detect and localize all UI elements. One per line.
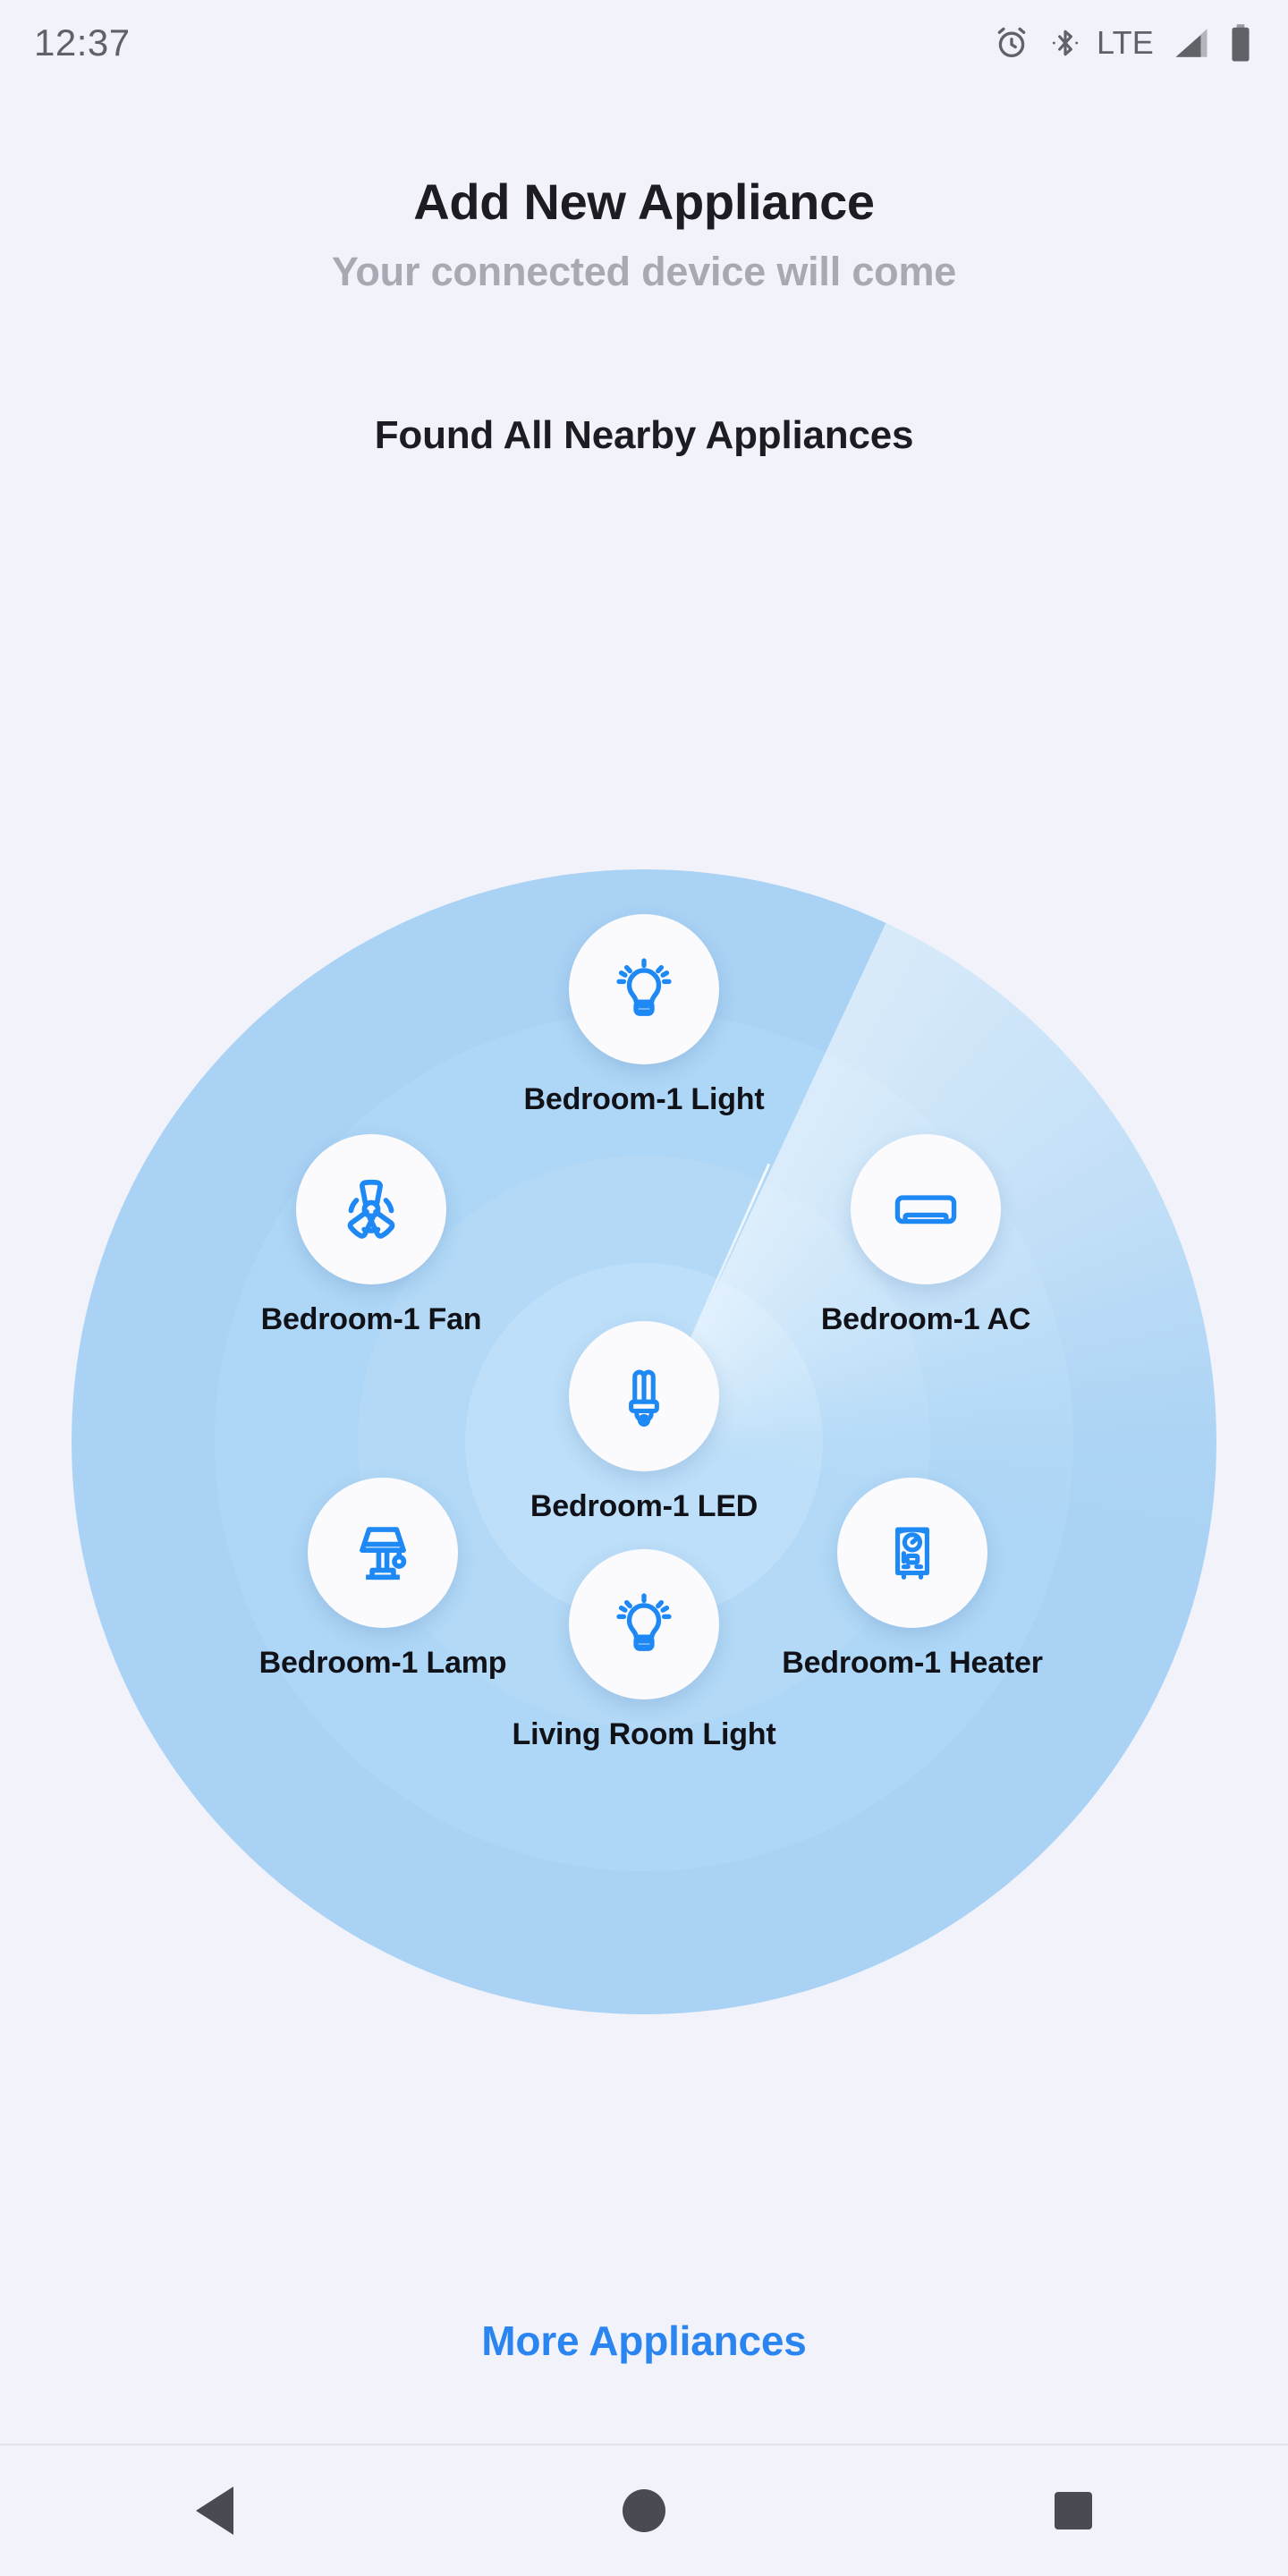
device-label: Bedroom-1 Light (523, 1082, 765, 1116)
page-subtitle: Your connected device will come (331, 249, 957, 294)
recents-square-icon (1055, 2492, 1092, 2529)
device-icon-circle[interactable] (296, 1134, 446, 1284)
device-label: Bedroom-1 LED (530, 1489, 758, 1523)
device-icon-circle[interactable] (837, 1478, 987, 1628)
nav-home-button[interactable] (581, 2466, 707, 2555)
device-label: Bedroom-1 Heater (782, 1646, 1043, 1680)
device-bedroom-1-fan[interactable]: Bedroom-1 Fan (237, 1134, 505, 1337)
device-bedroom-1-lamp[interactable]: Bedroom-1 Lamp (249, 1478, 517, 1681)
device-label: Bedroom-1 AC (820, 1302, 1031, 1336)
water-heater-icon (876, 1516, 949, 1589)
status-time: 12:37 (34, 21, 131, 64)
device-label: Bedroom-1 Lamp (258, 1646, 507, 1680)
device-label: Bedroom-1 Fan (260, 1302, 482, 1336)
air-conditioner-icon (887, 1171, 964, 1248)
signal-icon (1172, 24, 1211, 62)
app-screen: 12:37 LTE Add New Appliance Your connect… (0, 0, 1288, 2576)
cfl-bulb-icon (607, 1360, 681, 1433)
back-triangle-icon (196, 2487, 233, 2535)
page-title: Add New Appliance (413, 174, 875, 230)
table-lamp-icon (345, 1515, 420, 1590)
device-icon-circle[interactable] (569, 1321, 719, 1471)
device-icon-circle[interactable] (851, 1134, 1001, 1284)
light-bulb-icon (606, 1586, 682, 1663)
device-bedroom-1-heater[interactable]: Bedroom-1 Heater (778, 1478, 1046, 1681)
nav-back-button[interactable] (152, 2466, 277, 2555)
section-heading: Found All Nearby Appliances (374, 413, 914, 457)
device-icon-circle[interactable] (569, 914, 719, 1064)
android-nav-bar (0, 2444, 1288, 2576)
more-appliances-link[interactable]: More Appliances (0, 2317, 1288, 2365)
nav-recents-button[interactable] (1011, 2466, 1136, 2555)
alarm-icon (993, 24, 1030, 62)
fan-icon (333, 1171, 410, 1248)
device-icon-circle[interactable] (308, 1478, 458, 1628)
device-bedroom-1-led[interactable]: Bedroom-1 LED (510, 1321, 778, 1524)
device-living-room-light[interactable]: Living Room Light (510, 1549, 778, 1752)
device-bedroom-1-light[interactable]: Bedroom-1 Light (510, 914, 778, 1117)
battery-icon (1229, 23, 1252, 63)
home-circle-icon (623, 2489, 665, 2532)
device-icon-circle[interactable] (569, 1549, 719, 1699)
status-bar: 12:37 LTE (0, 0, 1288, 86)
status-icon-group: LTE (993, 23, 1252, 63)
network-type-label: LTE (1097, 24, 1154, 61)
device-bedroom-1-ac[interactable]: Bedroom-1 AC (792, 1134, 1060, 1337)
bluetooth-icon (1048, 24, 1082, 62)
device-label: Living Room Light (512, 1717, 776, 1751)
radar-scan-area: Bedroom-1 Light Bedroom-1 Fan Bedroom-1 … (72, 869, 1216, 2014)
light-bulb-icon (606, 951, 682, 1028)
